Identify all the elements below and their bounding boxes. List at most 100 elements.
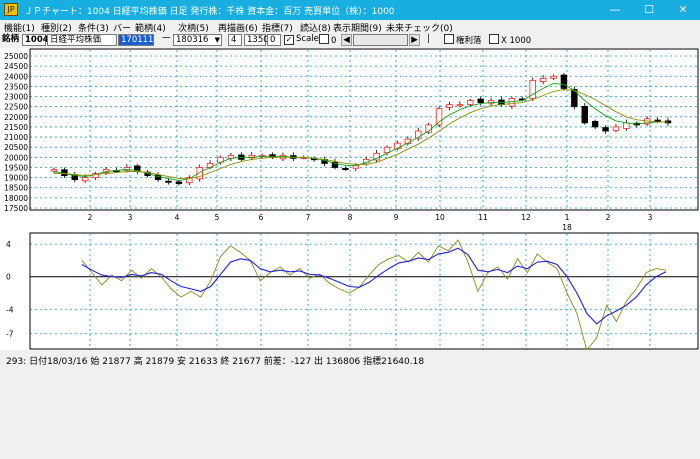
arrow-left-icon: ◀ <box>343 35 350 45</box>
price-tick-label: 22500 <box>4 103 28 112</box>
price-tick-label: 22000 <box>4 113 28 122</box>
month-tick-label: 10 <box>435 213 445 222</box>
window-title: ＪＰチャート：1004 日経平均株価 日足 発行株：千株 資本金：百万 売買単位… <box>24 7 395 17</box>
candle-body <box>550 75 557 79</box>
symbol-label: 銘柄 <box>2 34 20 44</box>
price-tick-label: 17500 <box>4 204 28 213</box>
end-date-select[interactable]: 180316 ▼ <box>173 34 222 46</box>
close-button[interactable]: ✕ <box>666 0 700 20</box>
oscillator-tick-label: 0 <box>6 273 11 282</box>
chart-panel: 17500 18000 18500 19000 19500 20000 20500 21000… <box>0 48 700 350</box>
candle-body <box>446 104 453 108</box>
zero-checkbox[interactable]: 0 <box>319 34 336 46</box>
close-icon: ✕ <box>678 3 688 16</box>
name-input[interactable]: 日経平均株価 <box>47 34 117 46</box>
maximize-icon: ☐ <box>644 3 654 16</box>
candle-body <box>50 169 58 172</box>
price-tick-label: 25000 <box>4 52 28 61</box>
year-label: 18 <box>562 223 572 232</box>
month-tick-label: 12 <box>521 213 531 222</box>
month-tick-label: 1 <box>565 213 570 222</box>
candle-body <box>508 98 516 107</box>
candle-body <box>456 104 464 107</box>
price-tick-label: 20500 <box>4 143 28 152</box>
price-tick-label: 23000 <box>4 93 28 102</box>
scale-label: Scale <box>296 34 319 44</box>
start-date-input[interactable]: 170111 <box>118 34 154 46</box>
candle-body <box>165 180 172 183</box>
oscillator-tick-label: 4 <box>6 240 11 249</box>
checkbox-icon <box>319 34 329 44</box>
month-tick-label: 5 <box>215 213 220 222</box>
checkbox-icon <box>444 34 454 44</box>
period-input[interactable]: 4 <box>228 34 242 46</box>
price-tick-label: 24000 <box>4 72 28 81</box>
price-tick-label: 23500 <box>4 82 28 91</box>
candle-body <box>352 165 360 169</box>
candle-body <box>175 181 183 185</box>
candle-body <box>477 98 484 104</box>
scroll-track[interactable] <box>353 34 408 46</box>
scroll-right-button[interactable]: ▶ <box>409 34 420 46</box>
ex-rights-label: 権利落 <box>456 36 482 46</box>
month-tick-label: 11 <box>478 213 488 222</box>
end-date-value: 180316 <box>176 35 209 45</box>
price-tick-label: 19000 <box>4 174 28 183</box>
minimize-icon: — <box>609 3 621 16</box>
candle-body <box>342 167 349 170</box>
oscillator-tick-label: -4 <box>6 305 14 314</box>
month-tick-label: 9 <box>394 213 399 222</box>
candle-body <box>467 100 474 105</box>
candle-body <box>623 122 630 129</box>
price-tick-label: 18500 <box>4 184 28 193</box>
ex-rights-checkbox[interactable]: 権利落 <box>444 34 482 46</box>
oscillator-layer <box>81 239 667 350</box>
candle-body <box>560 74 568 89</box>
arrow-right-icon: ▶ <box>411 35 418 45</box>
month-tick-label: 8 <box>348 213 353 222</box>
value2-input[interactable]: 0 <box>267 34 281 46</box>
month-tick-label: 6 <box>259 213 264 222</box>
candle-body <box>602 127 609 132</box>
status-text: 293: 日付18/03/16 始 21877 高 21879 安 21633 … <box>6 357 425 367</box>
candle-body <box>581 105 588 124</box>
status-bar: 293: 日付18/03/16 始 21877 高 21879 安 21633 … <box>0 351 700 459</box>
separator: | <box>427 34 430 44</box>
maximize-button[interactable]: ☐ <box>632 0 666 20</box>
month-tick-label: 4 <box>175 213 180 222</box>
app-icon: JP <box>4 3 18 16</box>
menu-bar: 機能(1) 種別(2) 条件(3) バー 範柄(4) 次柄(5) 再描画(6) … <box>0 20 700 34</box>
price-tick-label: 21000 <box>4 133 28 142</box>
price-tick-label: 24500 <box>4 62 28 71</box>
month-tick-label: 2 <box>606 213 611 222</box>
candle-body <box>591 120 599 128</box>
candle-body <box>539 77 547 82</box>
code-input[interactable]: 1004 <box>22 34 49 46</box>
value1-input[interactable]: 1350 <box>244 34 269 46</box>
scale-checkbox[interactable]: ✓ Scale <box>284 34 319 46</box>
month-tick-label: 3 <box>648 213 653 222</box>
candle-body <box>654 119 661 122</box>
checkbox-icon <box>489 34 499 44</box>
x1000-label: X 1000 <box>501 36 532 46</box>
checkmark-icon: ✓ <box>284 35 294 45</box>
price-tick-label: 18000 <box>4 194 28 203</box>
price-tick-label: 21500 <box>4 123 28 132</box>
title-bar: JP ＪＰチャート：1004 日経平均株価 日足 発行株：千株 資本金：百万 売… <box>0 0 700 20</box>
candle-body <box>612 126 620 131</box>
chart-svg: 17500180001850019000 19500200002050021000… <box>4 48 699 350</box>
zero-label: 0 <box>331 36 337 46</box>
toolbar: 銘柄 1004 日経平均株価 170111 一 180316 ▼ 4 1350 0… <box>0 33 700 48</box>
month-tick-label: 2 <box>88 213 93 222</box>
chevron-down-icon: ▼ <box>214 36 220 44</box>
scroll-left-button[interactable]: ◀ <box>341 34 352 46</box>
x1000-checkbox[interactable]: X 1000 <box>489 34 531 46</box>
month-tick-label: 3 <box>128 213 133 222</box>
minimize-button[interactable]: — <box>598 0 632 20</box>
oscillator-slow-line <box>81 247 667 325</box>
candle-body <box>82 177 89 182</box>
price-tick-label: 20000 <box>4 153 28 162</box>
date-range-dash: 一 <box>162 34 171 44</box>
month-tick-label: 7 <box>306 213 311 222</box>
oscillator-tick-label: -7 <box>6 330 14 339</box>
